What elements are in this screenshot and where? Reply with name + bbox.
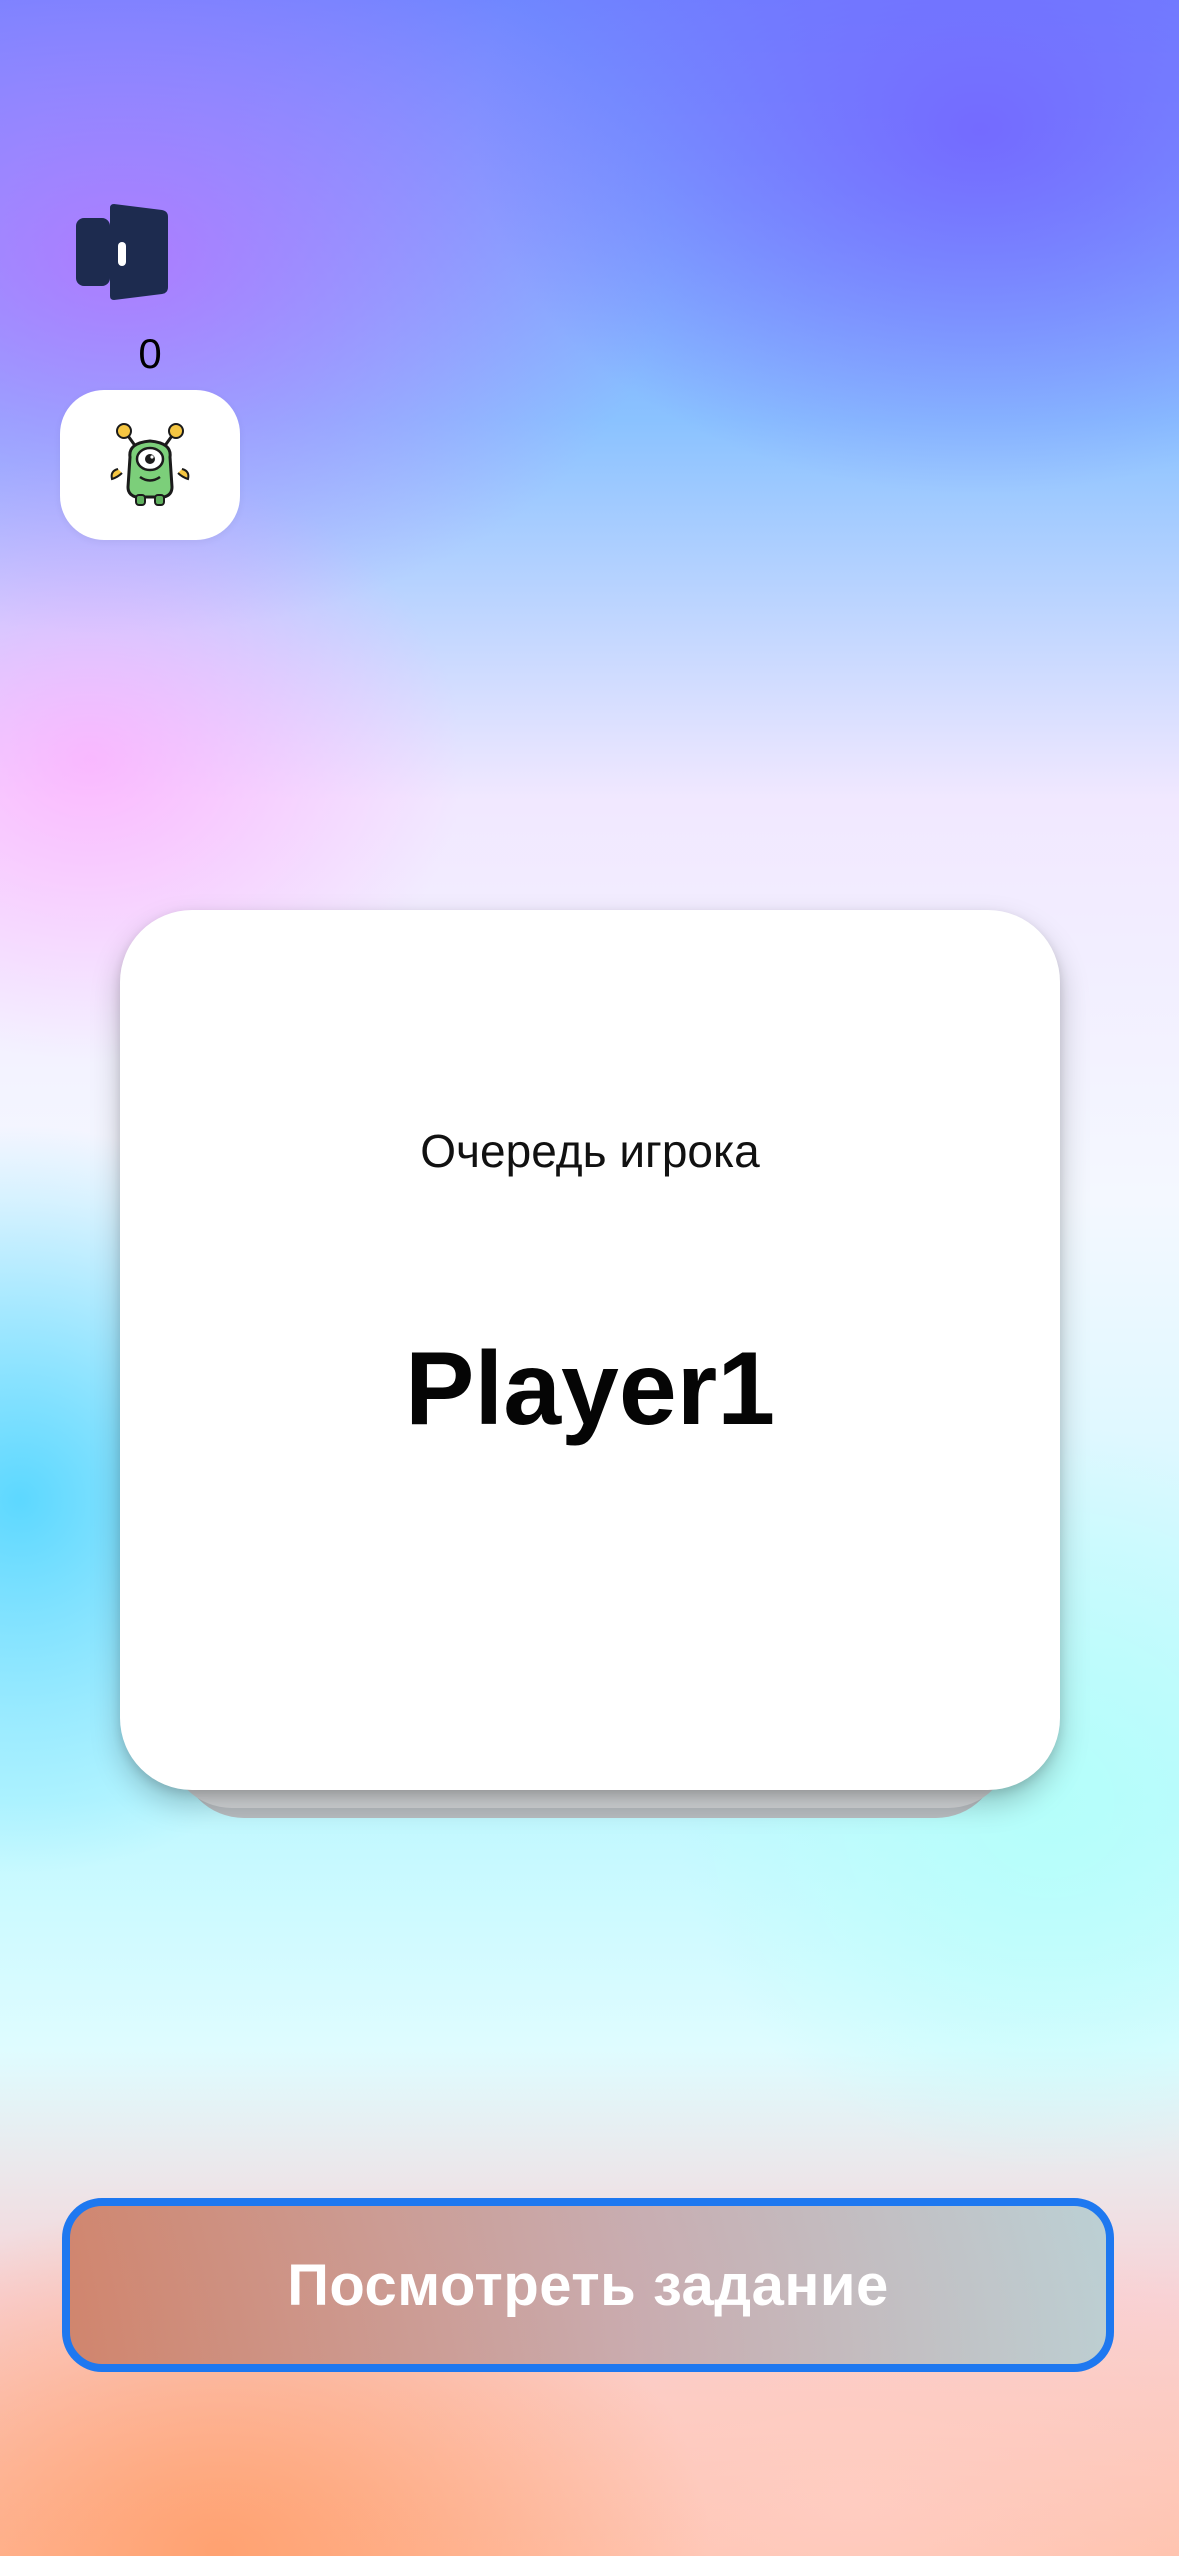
player-turn-card[interactable]: Очередь игрока Player1 xyxy=(120,910,1060,1790)
green-monster-icon xyxy=(110,423,190,506)
door-exit-icon xyxy=(76,204,168,300)
turn-label: Очередь игрока xyxy=(420,1125,760,1177)
exit-button[interactable] xyxy=(74,200,170,304)
player-avatar[interactable] xyxy=(60,390,240,540)
view-task-button[interactable]: Посмотреть задание xyxy=(62,2198,1114,2372)
score-value: 0 xyxy=(138,330,162,377)
player-turn-card-stack: Очередь игрока Player1 xyxy=(120,910,1060,1818)
player-name: Player1 xyxy=(404,1331,776,1447)
